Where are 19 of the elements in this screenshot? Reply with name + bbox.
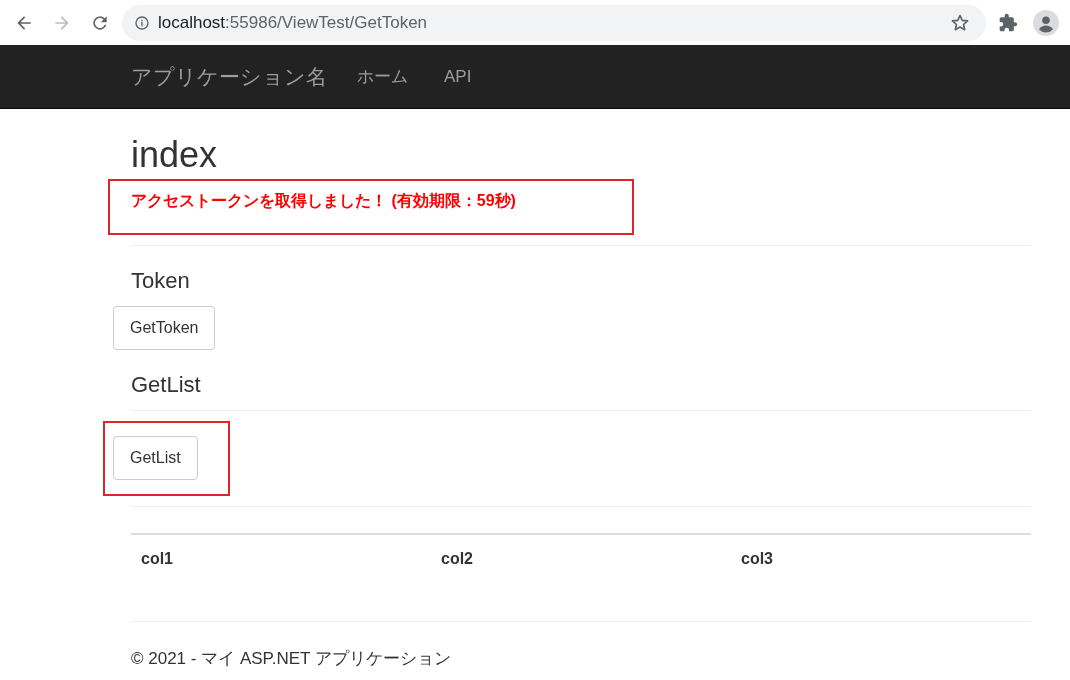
- address-bar[interactable]: localhost:55986/ViewTest/GetToken: [122, 4, 986, 41]
- url-text: localhost:55986/ViewTest/GetToken: [158, 11, 429, 34]
- puzzle-icon: [998, 12, 1018, 33]
- user-avatar-icon: [1033, 9, 1059, 36]
- info-icon: [134, 14, 150, 31]
- brand-link[interactable]: アプリケーション名: [131, 60, 327, 93]
- column-header: col3: [731, 534, 1031, 584]
- action-button[interactable]: GetToken: [113, 306, 216, 350]
- column-header: col2: [431, 534, 731, 584]
- section-heading: Token: [131, 267, 191, 294]
- section-heading: GetList: [131, 372, 202, 399]
- column-header: col1: [131, 534, 431, 584]
- nav-link[interactable]: ホーム: [349, 63, 416, 90]
- action-button[interactable]: GetList: [113, 436, 198, 481]
- page-title: index: [131, 135, 219, 175]
- nav-link[interactable]: API: [436, 63, 480, 90]
- footer-text: © 2021 - マイ ASP.NET アプリケーション: [131, 649, 451, 669]
- status-message: アクセストークンを取得しました！ (有効期限：59秒): [131, 190, 516, 211]
- star-icon: [950, 12, 970, 33]
